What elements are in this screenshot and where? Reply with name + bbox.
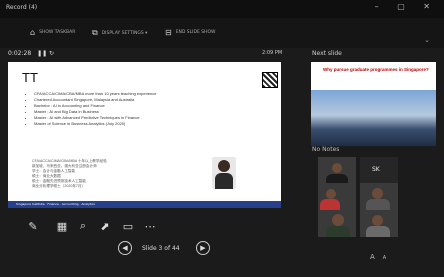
- slide-footer-text: Singapore Institute · Finance · Accounti…: [16, 202, 95, 206]
- video-tile[interactable]: [318, 210, 356, 237]
- minimize-button[interactable]: –: [375, 2, 387, 11]
- increase-font-button[interactable]: A: [370, 253, 375, 261]
- close-button[interactable]: ✕: [423, 2, 438, 11]
- participant-face: [372, 188, 383, 199]
- notes-font-controls: A A: [370, 253, 386, 261]
- participant-face: [332, 214, 344, 226]
- app-title: Record (4): [6, 4, 38, 11]
- participant-body: [320, 199, 340, 210]
- chevron-down-icon[interactable]: ⌄: [424, 36, 430, 44]
- qr-code-image: [262, 72, 278, 88]
- video-tile[interactable]: [360, 183, 398, 210]
- more-options-icon[interactable]: ⋯: [143, 219, 157, 233]
- video-tile[interactable]: [318, 157, 356, 184]
- video-tile[interactable]: [360, 210, 398, 237]
- participant-initials: SK: [372, 166, 380, 173]
- show-taskbar-label: SHOW TASKBAR: [39, 30, 76, 35]
- maximize-button[interactable]: ▢: [397, 2, 413, 11]
- next-slide-title: Why pursue graduate programmes in Singap…: [323, 67, 429, 72]
- presenter-photo: [212, 157, 236, 189]
- slide-bullet: Chartered Accountant Singapore, Malaysia…: [34, 97, 264, 102]
- video-tile-sk[interactable]: SK: [360, 157, 398, 184]
- timer-value: 0:02:28: [8, 50, 32, 57]
- participant-face: [332, 163, 342, 173]
- slide-bullet: Master of Science in Business Analytics …: [34, 121, 264, 126]
- slide-bullet: Master : AI and Big Data in Business: [34, 109, 264, 114]
- participant-body: [366, 199, 390, 210]
- slide-counter[interactable]: Slide 3 of 44: [142, 245, 180, 252]
- slide-bullet: Bachelor : AI in Accounting and Finance: [34, 103, 264, 108]
- display-settings-button[interactable]: ⧉ DISPLAY SETTINGS ▾: [92, 28, 147, 38]
- taskbar-icon: ⌂: [30, 28, 36, 37]
- current-slide: TT CFA/ACCA/CIMA/CBA/MBA more than 10 ye…: [8, 62, 281, 208]
- pointer-icon[interactable]: ⬈: [98, 219, 112, 233]
- pen-tool-icon[interactable]: ✎: [26, 219, 40, 233]
- end-slide-show-label: END SLIDE SHOW: [175, 30, 216, 35]
- previous-slide-button[interactable]: ◀: [118, 241, 132, 255]
- slide-bullet: Master : AI with Advanced Predictive Tec…: [34, 115, 264, 120]
- next-slide-skyline-image: [311, 90, 436, 146]
- presentation-timer: 0:02:28 ❚❚ ↻: [8, 50, 54, 57]
- current-time: 2:09 PM: [262, 50, 283, 56]
- subtitles-icon[interactable]: ▭: [121, 219, 135, 233]
- end-slide-show-button[interactable]: ⊟ END SLIDE SHOW: [165, 28, 215, 37]
- zoom-icon[interactable]: ⌕: [76, 219, 90, 233]
- photo-head: [218, 160, 230, 172]
- timer-controls[interactable]: ❚❚ ↻: [37, 50, 54, 57]
- slide-title: TT: [22, 70, 38, 85]
- slide-bullet-list: CFA/ACCA/CIMA/CBA/MBA more than 10 years…: [28, 91, 264, 128]
- decrease-font-button[interactable]: A: [383, 255, 386, 261]
- slide-bullet: CFA/ACCA/CIMA/CBA/MBA more than 10 years…: [34, 91, 264, 96]
- next-slide-button[interactable]: ▶: [196, 241, 210, 255]
- participant-body: [366, 226, 390, 237]
- end-show-icon: ⊟: [165, 28, 172, 37]
- next-slide-label: Next slide: [312, 50, 342, 57]
- participant-face: [326, 189, 336, 199]
- next-slide-preview[interactable]: Why pursue graduate programmes in Singap…: [311, 62, 436, 146]
- participant-body: [326, 226, 350, 237]
- slide-chinese-text: CFA/ACCA/CIMA/CBA/MBA 十年以上教学经验 新加坡、马来西亚、…: [32, 159, 107, 188]
- photo-body: [215, 173, 233, 189]
- participant-face: [372, 215, 383, 226]
- show-taskbar-button[interactable]: ⌂ SHOW TASKBAR: [30, 28, 75, 37]
- display-settings-label: DISPLAY SETTINGS ▾: [101, 30, 148, 36]
- display-icon: ⧉: [92, 28, 98, 37]
- video-tile[interactable]: [318, 183, 356, 210]
- grid-view-icon[interactable]: ▦: [55, 219, 69, 233]
- window-controls[interactable]: – ▢ ✕: [375, 2, 438, 11]
- slide-footer-bar: Singapore Institute · Finance · Accounti…: [8, 201, 281, 208]
- notes-label: No Notes: [312, 146, 340, 153]
